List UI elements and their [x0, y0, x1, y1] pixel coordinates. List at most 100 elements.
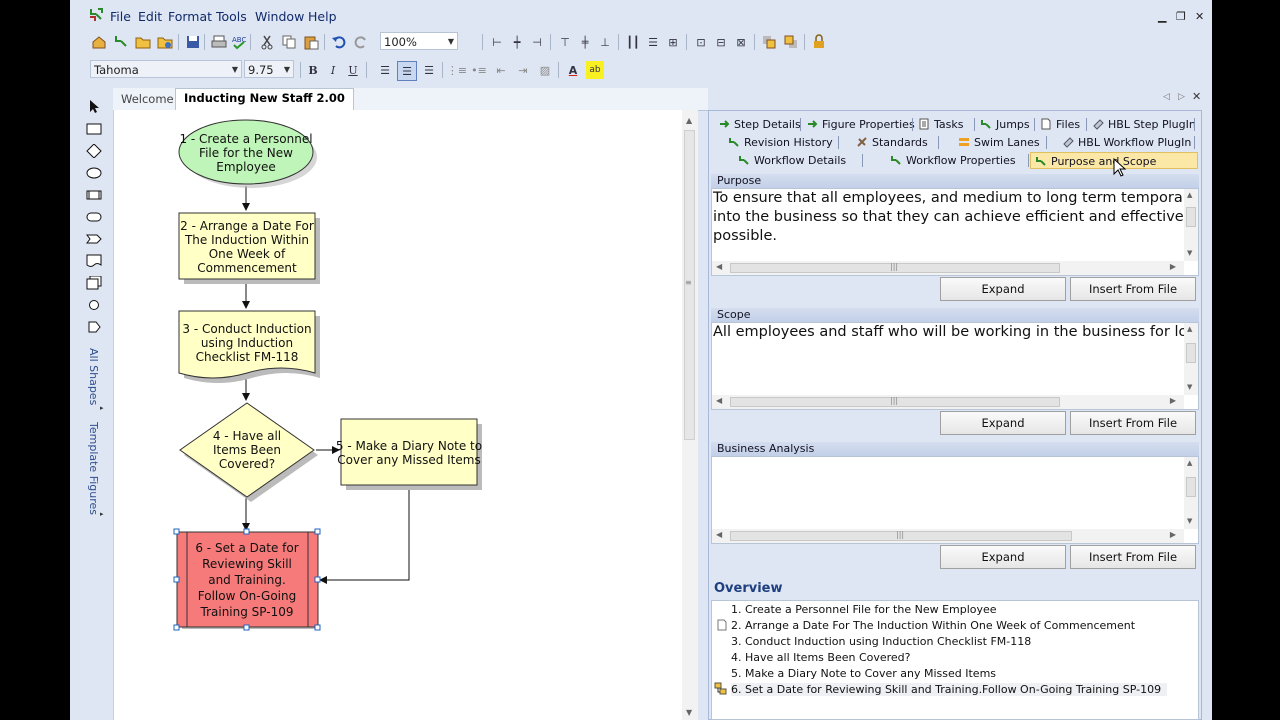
- menu-tools[interactable]: Tools: [216, 9, 247, 24]
- template-figures-tab[interactable]: Template Figures: [87, 422, 100, 515]
- scroll-up-icon[interactable]: ▲: [686, 116, 692, 125]
- open-folder-icon[interactable]: [134, 33, 152, 51]
- purpose-expand-button[interactable]: Expand: [940, 277, 1066, 301]
- overview-item-2[interactable]: 2. Arrange a Date For The Induction With…: [731, 619, 1135, 632]
- tab-inducting-new-staff[interactable]: Inducting New Staff 2.00: [175, 88, 354, 110]
- font-size-select[interactable]: 9.75 ▼: [244, 60, 294, 78]
- scope-expand-button[interactable]: Expand: [940, 411, 1066, 435]
- next-doc-icon[interactable]: ▷: [1178, 92, 1185, 102]
- pentagon-shape-icon[interactable]: [86, 232, 102, 246]
- business-vscroll[interactable]: ▲ ▼: [1184, 457, 1198, 529]
- flow-node-1[interactable]: 1 - Create a Personnel File for the New …: [178, 119, 317, 188]
- purpose-insert-from-file-button[interactable]: Insert From File: [1070, 277, 1196, 301]
- overview-item-5[interactable]: 5. Make a Diary Note to Cover any Missed…: [731, 667, 996, 680]
- new-workflow-icon[interactable]: [112, 33, 130, 51]
- scroll-right-icon[interactable]: ▶: [1170, 262, 1176, 271]
- align-center-icon[interactable]: ┿: [508, 33, 526, 51]
- document-shape-icon[interactable]: [86, 254, 102, 268]
- tab-swim-lanes[interactable]: Swim Lanes: [958, 134, 1040, 151]
- scope-hscroll[interactable]: ◀ ||| ▶: [712, 395, 1184, 409]
- zoom-select[interactable]: 100% ▼: [380, 32, 458, 50]
- scope-textarea[interactable]: All employees and staff who will be work…: [711, 322, 1199, 410]
- tab-figure-properties[interactable]: Figure Properties: [806, 116, 915, 133]
- overview-item-1[interactable]: 1. Create a Personnel File for the New E…: [731, 603, 997, 616]
- highlight-icon[interactable]: ab: [586, 61, 604, 79]
- print-icon[interactable]: [210, 33, 228, 51]
- scroll-left-icon[interactable]: ◀: [716, 262, 722, 271]
- tab-hbl-step-plugin[interactable]: HBL Step PlugIn: [1092, 116, 1196, 133]
- purpose-vscroll[interactable]: ▲ ▼: [1184, 189, 1198, 261]
- italic-icon[interactable]: I: [324, 61, 342, 79]
- align-top-icon[interactable]: ⊤: [556, 33, 574, 51]
- menu-help[interactable]: Help: [308, 9, 337, 24]
- font-family-select[interactable]: Tahoma ▼: [90, 60, 242, 78]
- ellipse-shape-icon[interactable]: [86, 166, 102, 180]
- scroll-up-icon[interactable]: ▲: [1187, 191, 1192, 199]
- menu-format[interactable]: Format: [168, 9, 212, 24]
- open-file-icon[interactable]: [156, 33, 174, 51]
- save-icon[interactable]: [184, 33, 202, 51]
- scroll-right-icon[interactable]: ▶: [1170, 396, 1176, 405]
- bullet-list-icon[interactable]: •≡: [470, 61, 488, 79]
- expand-arrow-icon[interactable]: ▸: [100, 404, 104, 412]
- numbered-list-icon[interactable]: ⋮≡: [447, 61, 467, 79]
- all-shapes-tab[interactable]: All Shapes: [87, 348, 100, 405]
- scroll-up-icon[interactable]: ▲: [1187, 459, 1192, 467]
- scope-vscroll[interactable]: ▲ ▼: [1184, 323, 1198, 395]
- expand-arrow-icon[interactable]: ▸: [100, 510, 104, 518]
- scroll-down-icon[interactable]: ▼: [1187, 249, 1192, 257]
- process-shape-icon[interactable]: [86, 188, 102, 202]
- scroll-down-icon[interactable]: ▼: [686, 708, 692, 717]
- tab-workflow-details[interactable]: Workflow Details: [738, 152, 846, 169]
- overview-item-4[interactable]: 4. Have all Items Been Covered?: [731, 651, 911, 664]
- send-back-icon[interactable]: [782, 33, 800, 51]
- restore-icon[interactable]: ❐: [1176, 10, 1186, 23]
- rectangle-shape-icon[interactable]: [86, 122, 102, 136]
- close-doc-icon[interactable]: ✕: [1192, 90, 1201, 103]
- menu-edit[interactable]: Edit: [138, 9, 162, 24]
- circle-shape-icon[interactable]: [86, 298, 102, 312]
- business-hscroll[interactable]: ◀ ||| ▶: [712, 529, 1184, 543]
- tab-revision-history[interactable]: Revision History: [728, 134, 833, 151]
- same-width-icon[interactable]: ⊟: [712, 33, 730, 51]
- scroll-left-icon[interactable]: ◀: [716, 396, 722, 405]
- flow-node-6-selected[interactable]: 6 - Set a Date for Reviewing Skill and T…: [173, 528, 321, 631]
- text-align-center-icon[interactable]: ☰: [397, 61, 417, 81]
- font-color-icon[interactable]: A: [564, 61, 582, 79]
- menu-file[interactable]: File: [110, 9, 131, 24]
- multi-document-shape-icon[interactable]: [86, 276, 102, 290]
- bring-front-icon[interactable]: [760, 33, 778, 51]
- tab-jumps[interactable]: Jumps: [980, 116, 1030, 133]
- distribute-grid-icon[interactable]: ⊞: [664, 33, 682, 51]
- flow-node-3[interactable]: 3 - Conduct Induction using Induction Ch…: [178, 310, 320, 383]
- redo-icon[interactable]: [352, 33, 370, 51]
- tab-hbl-workflow-plugin[interactable]: HBL Workflow PlugIn: [1062, 134, 1191, 151]
- flow-node-4[interactable]: 4 - Have all Items Been Covered?: [179, 402, 318, 502]
- outdent-icon[interactable]: ⇤: [492, 61, 510, 79]
- prev-doc-icon[interactable]: ◁: [1163, 92, 1170, 102]
- align-middle-icon[interactable]: ╪: [576, 33, 594, 51]
- minimize-icon[interactable]: ▁: [1158, 10, 1166, 23]
- scroll-up-icon[interactable]: ▲: [1187, 325, 1192, 333]
- cut-icon[interactable]: [258, 33, 276, 51]
- menu-window[interactable]: Window: [255, 9, 304, 24]
- tab-workflow-properties[interactable]: Workflow Properties: [890, 152, 1016, 169]
- scope-insert-from-file-button[interactable]: Insert From File: [1070, 411, 1196, 435]
- off-page-shape-icon[interactable]: [86, 320, 102, 334]
- business-expand-button[interactable]: Expand: [940, 545, 1066, 569]
- tab-welcome[interactable]: Welcome: [121, 92, 174, 106]
- text-align-right-icon[interactable]: ☰: [420, 61, 438, 79]
- align-left-icon[interactable]: ⊢: [488, 33, 506, 51]
- flow-node-5[interactable]: 5 - Make a Diary Note to Cover any Misse…: [336, 418, 482, 490]
- text-align-left-icon[interactable]: ☰: [376, 61, 394, 79]
- align-bottom-icon[interactable]: ⊥: [596, 33, 614, 51]
- lock-icon[interactable]: [810, 33, 828, 51]
- scroll-left-icon[interactable]: ◀: [716, 530, 722, 539]
- business-analysis-textarea[interactable]: ▲ ▼ ◀ ||| ▶: [711, 456, 1199, 544]
- pointer-icon[interactable]: [86, 100, 102, 114]
- scroll-down-icon[interactable]: ▼: [1187, 383, 1192, 391]
- tab-step-details[interactable]: Step Details: [718, 116, 801, 133]
- home-icon[interactable]: [90, 33, 108, 51]
- same-size-icon[interactable]: ⊡: [692, 33, 710, 51]
- indent-icon[interactable]: ⇥: [514, 61, 532, 79]
